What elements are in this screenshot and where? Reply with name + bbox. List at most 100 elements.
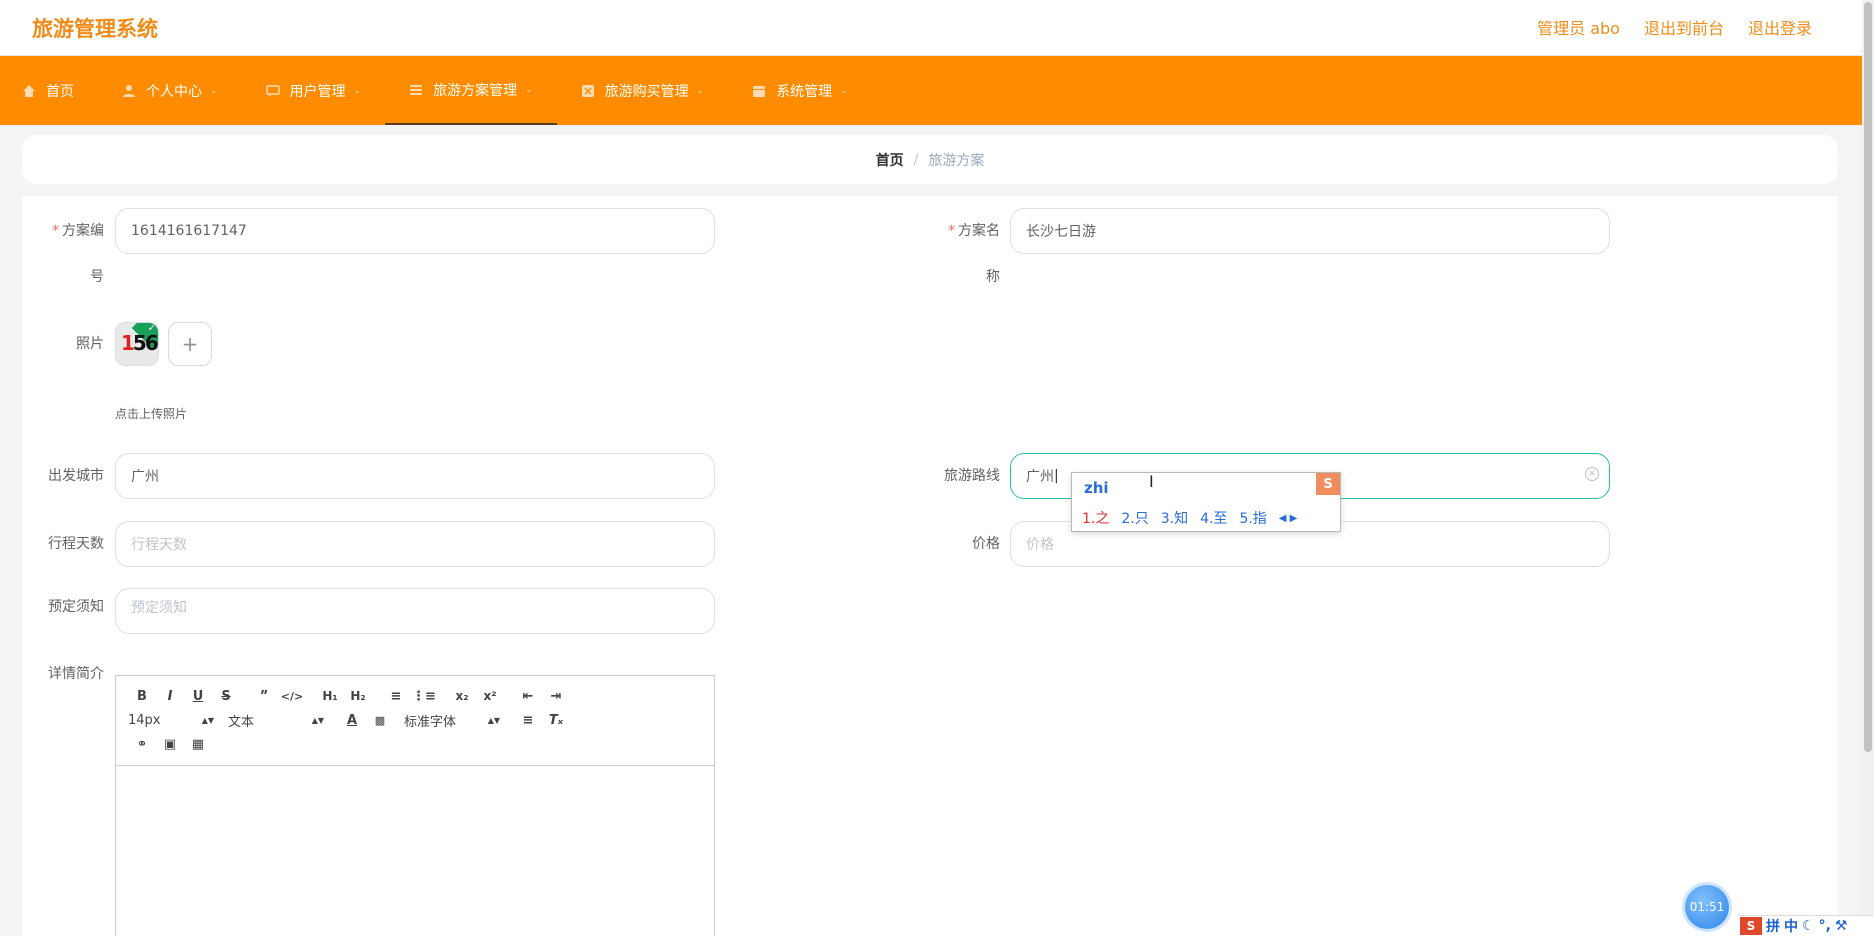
superscript-icon[interactable]: x² bbox=[476, 689, 504, 703]
header-links: 管理员 abo 退出到前台 退出登录 bbox=[1537, 15, 1812, 39]
trip-days-input[interactable]: 行程天数 bbox=[115, 521, 715, 567]
home-icon bbox=[22, 84, 36, 98]
link-icon[interactable]: ⚭ bbox=[128, 737, 156, 752]
nav-item-home[interactable]: 首页 bbox=[0, 56, 98, 125]
back-to-front-link[interactable]: 退出到前台 bbox=[1644, 15, 1724, 39]
font-color-icon[interactable]: A bbox=[338, 713, 366, 728]
ordered-list-icon[interactable]: ≡ bbox=[382, 689, 410, 704]
nav-item-travel-plan[interactable]: 旅游方案管理 ⌄ bbox=[385, 56, 557, 125]
photo-label: 照片 bbox=[76, 336, 104, 352]
background-color-icon[interactable]: ▩ bbox=[366, 714, 394, 727]
plan-name-label-cont: 称 bbox=[986, 269, 1000, 285]
bullet-list-icon[interactable]: ⋮≡ bbox=[410, 689, 438, 704]
scrollbar-thumb[interactable] bbox=[1864, 2, 1872, 752]
italic-icon[interactable]: I bbox=[156, 689, 184, 704]
box-icon bbox=[581, 84, 595, 98]
plan-no-input[interactable]: 1614161617147 bbox=[115, 208, 715, 254]
price-label: 价格 bbox=[972, 536, 1000, 552]
punctuation-icon[interactable]: °, bbox=[1819, 918, 1831, 934]
nav-label: 系统管理 bbox=[776, 83, 833, 100]
page-scrollbar[interactable] bbox=[1862, 0, 1874, 936]
h1-icon[interactable]: H₁ bbox=[316, 689, 344, 703]
block-type-select[interactable]: 文本 ▲▼ bbox=[228, 711, 324, 730]
nav-item-purchase[interactable]: 旅游购买管理 ⌄ bbox=[557, 56, 729, 125]
plan-name-label: * 方案名 bbox=[938, 221, 1000, 241]
tray-pinyin[interactable]: 拼 bbox=[1766, 916, 1780, 936]
font-family-select[interactable]: 标准字体 ▲▼ bbox=[404, 711, 500, 730]
font-size-select[interactable]: 14px ▲▼ bbox=[128, 713, 214, 728]
underline-icon[interactable]: U bbox=[184, 689, 212, 704]
moon-icon[interactable]: ☾ bbox=[1802, 918, 1815, 934]
booking-notice-textarea[interactable]: 预定须知 bbox=[115, 588, 715, 634]
select-arrow-icon: ▲▼ bbox=[487, 715, 500, 725]
clear-icon[interactable]: ✕ bbox=[1585, 467, 1599, 481]
ime-composition: zhi bbox=[1084, 479, 1109, 497]
plan-no-label-cont: 号 bbox=[90, 269, 104, 285]
ime-candidate[interactable]: 2.只 bbox=[1121, 508, 1148, 528]
font-size-value: 14px bbox=[128, 712, 161, 728]
plan-name-input[interactable]: 长沙七日游 bbox=[1010, 208, 1610, 254]
ibeam-cursor-icon: Ⅰ bbox=[1149, 472, 1154, 491]
chat-icon bbox=[265, 84, 280, 98]
ime-candidate[interactable]: 1.之 bbox=[1082, 508, 1109, 528]
ime-page-arrows-icon[interactable]: ◀ ▶ bbox=[1279, 513, 1298, 524]
breadcrumb: 首页 / 旅游方案 bbox=[22, 135, 1838, 184]
upload-photo-button[interactable]: + bbox=[168, 322, 212, 366]
subscript-icon[interactable]: x₂ bbox=[448, 689, 476, 703]
align-icon[interactable]: ≡ bbox=[514, 713, 542, 728]
editor-toolbar: B I U S ” </> H₁ H₂ ≡ ⋮≡ x₂ x² ⇤ ⇥ 14px ▲… bbox=[116, 676, 714, 766]
required-mark: * bbox=[948, 223, 955, 239]
ime-candidate[interactable]: 4.至 bbox=[1200, 508, 1227, 528]
block-type-value: 文本 bbox=[228, 714, 255, 730]
departure-city-input[interactable]: 广州 bbox=[115, 453, 715, 499]
plan-no-label: * 方案编 bbox=[42, 221, 104, 241]
thumbnail-digit-1: 1 bbox=[121, 331, 135, 355]
trip-days-label: 行程天数 bbox=[48, 536, 104, 552]
sogou-icon[interactable]: S bbox=[1740, 917, 1762, 935]
quote-icon[interactable]: ” bbox=[250, 689, 278, 704]
ime-candidates: 1.之 2.只 3.知 4.至 5.指 ◀ ▶ bbox=[1082, 508, 1297, 528]
brand-title: 旅游管理系统 bbox=[32, 17, 158, 41]
code-icon[interactable]: </> bbox=[278, 690, 306, 703]
plus-icon: + bbox=[181, 332, 199, 356]
image-icon[interactable]: ▣ bbox=[156, 737, 184, 752]
main-nav: 首页 个人中心 ⌄ 用户管理 ⌄ 旅游方案管理 ⌄ 旅游购买管理 ⌄ 系统管理 … bbox=[0, 56, 1862, 125]
rich-text-editor: B I U S ” </> H₁ H₂ ≡ ⋮≡ x₂ x² ⇤ ⇥ 14px ▲… bbox=[115, 675, 715, 936]
chevron-down-icon: ⌄ bbox=[840, 85, 848, 96]
video-icon[interactable]: ▦ bbox=[184, 737, 212, 752]
ime-candidate[interactable]: 5.指 bbox=[1239, 508, 1266, 528]
tray-chinese[interactable]: 中 bbox=[1784, 916, 1798, 936]
recording-timer[interactable]: 01:51 bbox=[1685, 885, 1729, 929]
nav-label: 个人中心 bbox=[146, 83, 202, 100]
logout-link[interactable]: 退出登录 bbox=[1748, 15, 1812, 39]
admin-user-link[interactable]: 管理员 abo bbox=[1537, 15, 1620, 39]
nav-item-personal[interactable]: 个人中心 ⌄ bbox=[98, 56, 242, 125]
indent-icon[interactable]: ⇥ bbox=[542, 689, 570, 704]
ime-candidate[interactable]: 3.知 bbox=[1161, 508, 1188, 528]
chevron-down-icon: ⌄ bbox=[353, 85, 362, 96]
clear-format-icon[interactable]: Tₓ bbox=[542, 713, 570, 728]
bold-icon[interactable]: B bbox=[128, 689, 156, 704]
nav-label: 用户管理 bbox=[289, 83, 346, 100]
calendar-icon bbox=[752, 84, 766, 98]
required-mark: * bbox=[52, 223, 59, 239]
outdent-icon[interactable]: ⇤ bbox=[514, 689, 542, 704]
breadcrumb-home[interactable]: 首页 bbox=[876, 150, 904, 170]
nav-item-system[interactable]: 系统管理 ⌄ bbox=[728, 56, 872, 125]
user-icon bbox=[122, 84, 136, 98]
text-caret: | bbox=[1054, 468, 1059, 484]
booking-notice-label: 预定须知 bbox=[48, 599, 104, 615]
photo-thumbnail[interactable]: ✓ 156 bbox=[115, 322, 159, 366]
nav-item-users[interactable]: 用户管理 ⌄ bbox=[242, 56, 386, 125]
ime-candidate-window: zhi S 1.之 2.只 3.知 4.至 5.指 ◀ ▶ bbox=[1071, 472, 1341, 532]
editor-content-area[interactable] bbox=[116, 766, 714, 936]
strike-icon[interactable]: S bbox=[212, 689, 240, 704]
breadcrumb-separator: / bbox=[913, 151, 919, 168]
route-input-value: 广州 bbox=[1026, 469, 1054, 485]
plan-name-label-text: 方案名 bbox=[958, 223, 1000, 239]
nav-label: 旅游方案管理 bbox=[433, 82, 518, 99]
wrench-icon[interactable]: ⚒ bbox=[1835, 918, 1848, 934]
plan-no-label-text: 方案编 bbox=[62, 223, 104, 239]
h2-icon[interactable]: H₂ bbox=[344, 689, 372, 703]
chevron-down-icon: ⌄ bbox=[210, 85, 218, 96]
